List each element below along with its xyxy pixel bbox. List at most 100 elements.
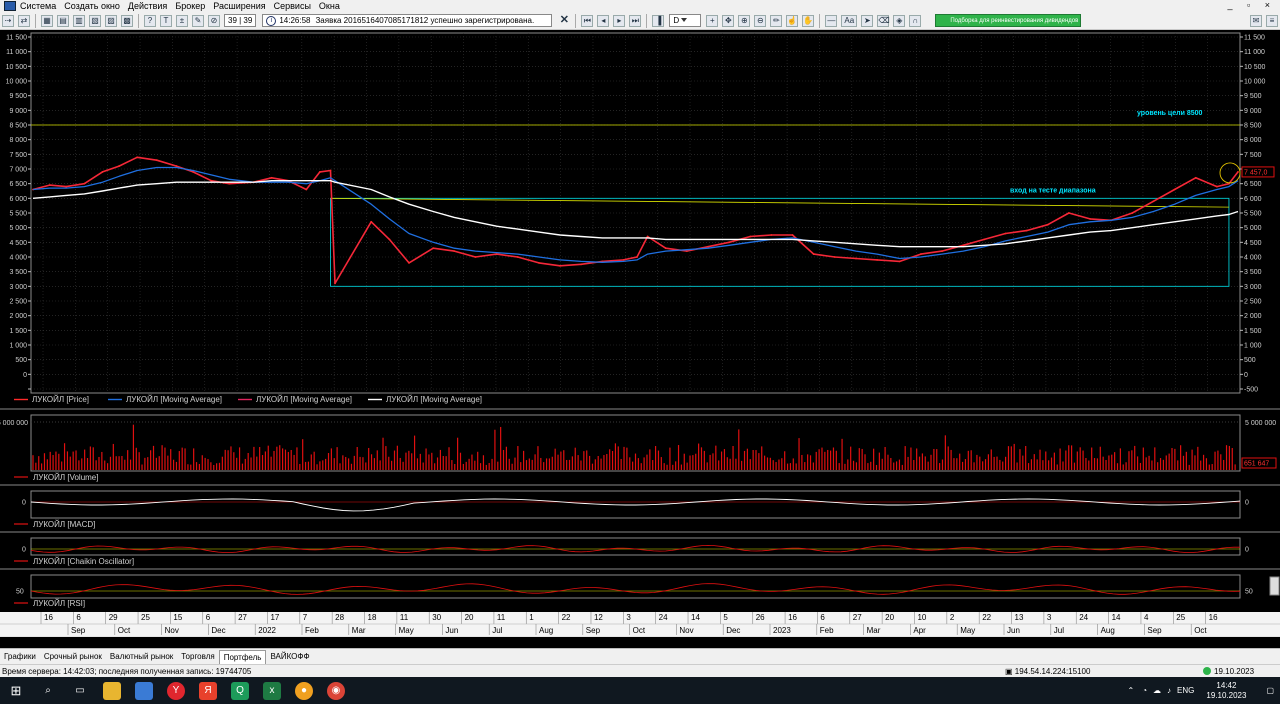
eraser-icon[interactable]: ⌫ (877, 14, 890, 27)
tray-clock[interactable]: 14:42 19.10.2023 (1206, 681, 1246, 701)
chart-svg[interactable]: 11 500 11 50011 000 11 00010 500 10 50010 0… (0, 31, 1280, 644)
menu-item-system[interactable]: Система (20, 1, 56, 11)
tab-wyckoff[interactable]: ВАЙКОФФ (266, 650, 313, 663)
calc-icon[interactable]: ± (176, 14, 188, 27)
y-tick-label-left: 11 500 (6, 35, 27, 42)
portfolio-icon[interactable]: ▨ (105, 14, 117, 27)
menu-item-windows[interactable]: Окна (319, 1, 340, 11)
rsi-series-line[interactable] (30, 583, 1241, 595)
task-view-icon[interactable]: ▭ (71, 682, 89, 700)
tray-cloud-icon[interactable]: ☁ (1153, 686, 1161, 695)
x-month-tick-label: 2023 (773, 626, 791, 635)
promo-banner[interactable]: Подборка для реинвестирования дивидендов (935, 14, 1082, 27)
arrow-tool-icon[interactable]: ➤ (861, 14, 874, 27)
chrome-icon[interactable]: ◉ (327, 681, 345, 700)
status-message-box[interactable]: i 14:26:58 Заявка 2016516407085171812 ус… (262, 14, 553, 27)
range-trend-line[interactable] (330, 197, 1229, 208)
hand-icon[interactable]: ✋ (802, 14, 815, 27)
x-day-tick-label: 25 (1176, 613, 1185, 622)
y-tick-label-right: 9 500 (1244, 93, 1262, 100)
notifications-icon[interactable]: ▢ (1266, 686, 1274, 695)
prev-page-icon[interactable]: ◂ (597, 14, 610, 27)
menu-item-extensions[interactable]: Расширения (213, 1, 265, 11)
pencil-icon[interactable]: ✏ (770, 14, 783, 27)
move-icon[interactable]: ✥ (722, 14, 735, 27)
menu-item-broker[interactable]: Брокер (175, 1, 205, 11)
connect-icon[interactable]: ⇢ (2, 14, 14, 27)
close-icon[interactable]: ✕ (558, 14, 570, 27)
price-point (432, 247, 435, 250)
notification-app-icon[interactable]: ● (295, 681, 313, 700)
chart-annotation: уровень цели 8500 (1137, 110, 1203, 117)
trades-icon[interactable]: ▧ (89, 14, 101, 27)
macd-series-line[interactable] (30, 498, 1241, 512)
price-point (1131, 212, 1134, 214)
x-day-tick-label: 16 (1209, 613, 1218, 622)
x-day-tick-label: 4 (1144, 613, 1149, 622)
x-day-tick-label: 18 (368, 613, 377, 622)
window-controls[interactable]: _ ▫ × (1228, 0, 1276, 10)
menu-item-actions[interactable]: Действия (128, 1, 167, 11)
tray-chevron-icon[interactable]: ⌃ (1128, 686, 1135, 695)
server-address: ▣ 194.54.14.224:15100 (1005, 666, 1091, 676)
limits-icon[interactable]: ▩ (121, 14, 133, 27)
text-tool-icon[interactable]: T (160, 14, 172, 27)
yandex-browser-icon[interactable]: Y (167, 681, 185, 700)
tray-language[interactable]: ENG (1177, 686, 1194, 695)
file-explorer-icon[interactable] (103, 681, 121, 700)
magnet-icon[interactable]: ∩ (909, 14, 922, 27)
link-icon[interactable]: ⇄ (18, 14, 30, 27)
tab-charts[interactable]: Графики (0, 650, 40, 663)
y-tick-label-left: 6 500 (9, 181, 27, 188)
rsi-scroll-button[interactable] (1269, 576, 1280, 596)
search-icon[interactable]: ⌕ (39, 682, 57, 700)
quik-icon[interactable]: Q (231, 681, 249, 700)
price-series-line[interactable] (32, 156, 1239, 285)
layers-icon[interactable]: ◈ (893, 14, 906, 27)
crosshair-icon[interactable]: + (706, 14, 719, 27)
help-icon[interactable]: ? (144, 14, 156, 27)
font-icon[interactable]: Aa (841, 14, 858, 27)
tray-volume-icon[interactable]: ♪ (1167, 686, 1171, 695)
ma-mid-series-line[interactable] (32, 156, 1239, 285)
tab-fx[interactable]: Валютный рынок (106, 650, 177, 663)
x-month-tick-label: Jul (1054, 626, 1064, 635)
next-page-icon[interactable]: ▸ (613, 14, 626, 27)
windows-start-icon[interactable]: ⊞ (7, 682, 25, 700)
menu-item-create-window[interactable]: Создать окно (64, 1, 120, 11)
tab-portfolio[interactable]: Портфель (218, 649, 267, 664)
y-tick-label-left: 10 000 (6, 79, 28, 86)
quotes-icon[interactable]: ▤ (57, 14, 69, 27)
zoom-in-icon[interactable]: ⊕ (738, 14, 751, 27)
x-day-tick-label: 13 (1015, 613, 1024, 622)
tab-futures[interactable]: Срочный рынок (40, 650, 106, 663)
excel-icon[interactable]: x (263, 681, 281, 700)
x-day-tick-label: 24 (1079, 613, 1088, 622)
store-icon[interactable] (135, 681, 153, 700)
orders-icon[interactable]: ▥ (73, 14, 85, 27)
new-table-icon[interactable]: ▦ (41, 14, 53, 27)
y-tick-label-right: 4 000 (1244, 255, 1262, 262)
tray-network-icon[interactable]: ◔ (1142, 686, 1147, 695)
last-page-icon[interactable]: ⏭ (629, 14, 642, 27)
first-page-icon[interactable]: ⏮ (581, 14, 594, 27)
price-point (1089, 217, 1091, 220)
menu-icon[interactable]: ≡ (1266, 14, 1278, 27)
timeframe-select[interactable]: D (669, 14, 702, 27)
menu-item-services[interactable]: Сервисы (274, 1, 311, 11)
range-box[interactable] (330, 197, 1230, 287)
chart-area[interactable]: 11 500 11 500 11 000 11 000 10 500 10 500 10 0… (0, 31, 1280, 644)
order-entry-icon[interactable]: ✎ (192, 14, 204, 27)
chat-icon[interactable]: ✉ (1250, 14, 1262, 27)
macd-panel-frame (30, 490, 1241, 519)
pointer-icon[interactable]: ☝ (786, 14, 799, 27)
chart-type-icon[interactable]: ▐ (652, 14, 665, 27)
yandex-icon[interactable]: Я (199, 681, 217, 700)
x-day-tick-label: 6 (820, 613, 825, 622)
volume-last-label: 651 647 (1244, 461, 1269, 468)
zoom-out-icon[interactable]: ⊖ (754, 14, 767, 27)
line-tool-icon[interactable]: — (825, 14, 838, 27)
h-scrollbar[interactable] (0, 636, 1280, 644)
tab-trading[interactable]: Торговля (177, 650, 218, 663)
stop-order-icon[interactable]: ⊘ (208, 14, 220, 27)
